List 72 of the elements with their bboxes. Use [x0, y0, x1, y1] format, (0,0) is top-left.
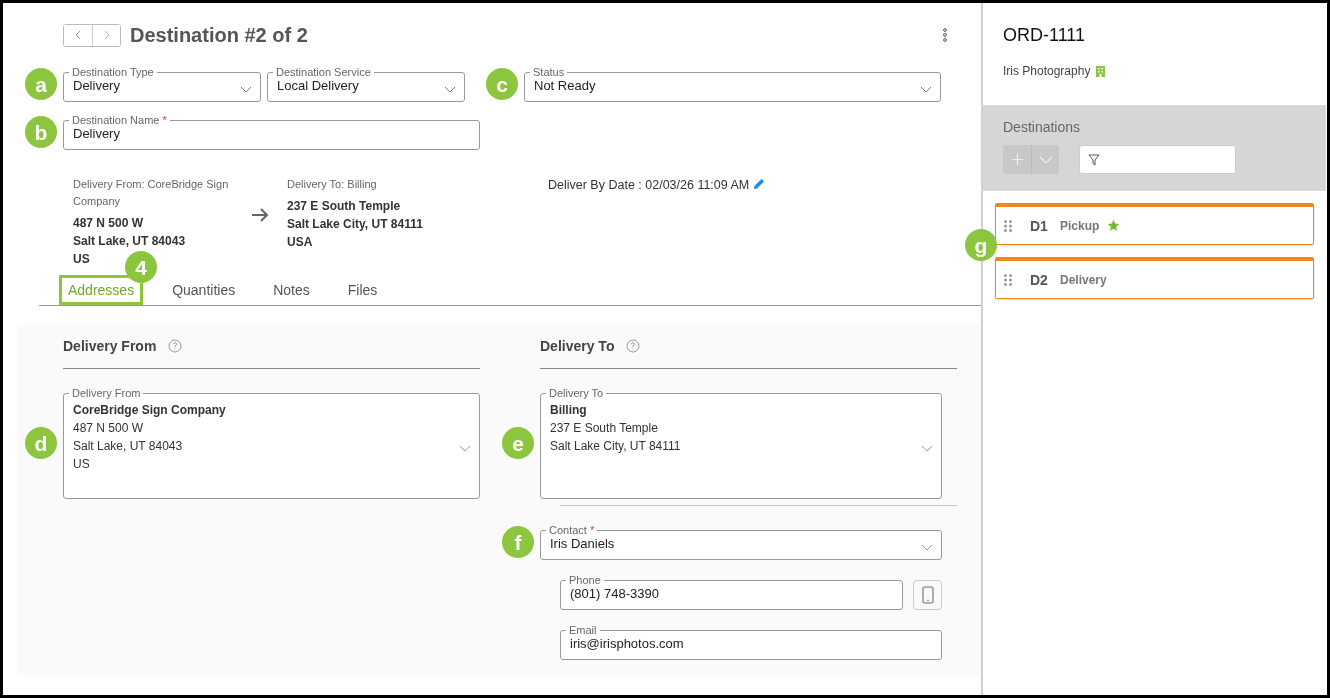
chevron-down-icon — [921, 445, 933, 452]
building-icon — [1096, 65, 1106, 77]
order-number: ORD-1111 — [1003, 25, 1087, 46]
destination-type: Delivery — [1060, 272, 1107, 287]
section-heading: Delivery To — [540, 337, 615, 354]
field-label: Email — [568, 624, 598, 636]
section-heading: Delivery From — [63, 337, 157, 354]
callout-badge: e — [502, 427, 534, 459]
callout-badge: f — [502, 526, 534, 558]
field-label: Delivery To — [548, 387, 605, 399]
destination-code: D2 — [1030, 271, 1049, 288]
chevron-down-icon — [921, 544, 933, 551]
company-name: Iris Photography — [1003, 64, 1091, 78]
phone-field[interactable]: Phone (801) 748-3390 — [560, 574, 904, 610]
filter-field[interactable] — [1079, 145, 1236, 174]
destination-card[interactable]: D2 Delivery — [995, 257, 1314, 299]
callout-badge: g — [965, 229, 997, 261]
plus-icon — [1011, 154, 1023, 165]
callout-badge: d — [25, 427, 57, 459]
chevron-down-icon — [444, 86, 456, 93]
arrow-right-icon — [251, 208, 269, 222]
address-line: USA — [287, 234, 314, 251]
address-line: Salt Lake City, UT 84111 — [287, 216, 424, 233]
field-label: Destination Service — [275, 66, 372, 78]
destination-code: D1 — [1030, 217, 1049, 234]
tab[interactable]: Quantities — [163, 275, 245, 305]
filter-icon — [1088, 153, 1100, 166]
contact-dropdown[interactable]: Contact * Iris Daniels — [540, 524, 942, 560]
address-line: 487 N 500 W — [73, 215, 145, 232]
status-dropdown[interactable]: Status Not Ready — [524, 66, 941, 102]
chevron-right-icon — [102, 30, 111, 40]
address-line: Salt Lake, UT 84043 — [73, 233, 187, 250]
field-label: Delivery From — [71, 387, 142, 399]
delivery-from-summary-title: Delivery From: CoreBridge Sign Company — [73, 177, 230, 209]
chevron-down-icon — [459, 445, 471, 452]
field-label: Contact * — [548, 524, 596, 536]
destination-card[interactable]: D1 Pickup — [995, 203, 1314, 245]
pencil-icon[interactable] — [753, 178, 766, 190]
email-field[interactable]: Email iris@irisphotos.com — [560, 624, 942, 660]
delivery-to-dropdown[interactable]: Delivery To Billing 237 E South Temple Salt Lake City, UT 84111 — [540, 387, 942, 499]
more-options-icon[interactable] — [942, 28, 948, 42]
field-label: Phone — [568, 574, 602, 586]
delivery-to-summary-title: Delivery To: Billing — [287, 177, 378, 192]
chevron-down-icon — [1038, 155, 1053, 164]
destination-name-field[interactable]: Destination Name * Delivery — [63, 114, 480, 150]
help-icon[interactable] — [168, 338, 183, 353]
section-title: Destinations — [1003, 119, 1082, 135]
field-label: Status — [532, 66, 566, 78]
field-label: Destination Type — [71, 66, 155, 78]
deliver-by-date: Deliver By Date : 02/03/26 11:09 AM — [548, 178, 750, 192]
drag-handle-icon[interactable] — [1004, 219, 1012, 232]
tab[interactable]: Notes — [264, 275, 319, 305]
tab[interactable]: Files — [338, 275, 387, 305]
next-button[interactable] — [92, 24, 120, 46]
chevron-left-icon — [74, 30, 82, 40]
callout-badge: 4 — [125, 251, 157, 283]
chevron-down-icon — [240, 86, 252, 93]
chevron-down-icon — [920, 86, 932, 93]
callout-badge: a — [25, 68, 57, 100]
help-icon[interactable] — [626, 338, 641, 353]
destination-service-dropdown[interactable]: Destination Service Local Delivery — [267, 66, 465, 102]
drag-handle-icon[interactable] — [1004, 273, 1012, 286]
callout-badge: c — [486, 68, 518, 100]
destination-type-dropdown[interactable]: Destination Type Delivery — [63, 66, 261, 102]
callout-badge: b — [25, 116, 57, 148]
mobile-phone-icon — [921, 586, 934, 604]
delivery-from-dropdown[interactable]: Delivery From CoreBridge Sign Company 487 N 500 W Salt Lake, UT 84043 US — [63, 387, 480, 499]
field-label: Destination Name * — [71, 114, 168, 126]
page-title: Destination #2 of 2 — [130, 23, 308, 47]
address-line: 237 E South Temple — [287, 198, 402, 215]
mobile-phone-button[interactable] — [913, 580, 942, 610]
destination-type: Pickup — [1060, 218, 1100, 233]
